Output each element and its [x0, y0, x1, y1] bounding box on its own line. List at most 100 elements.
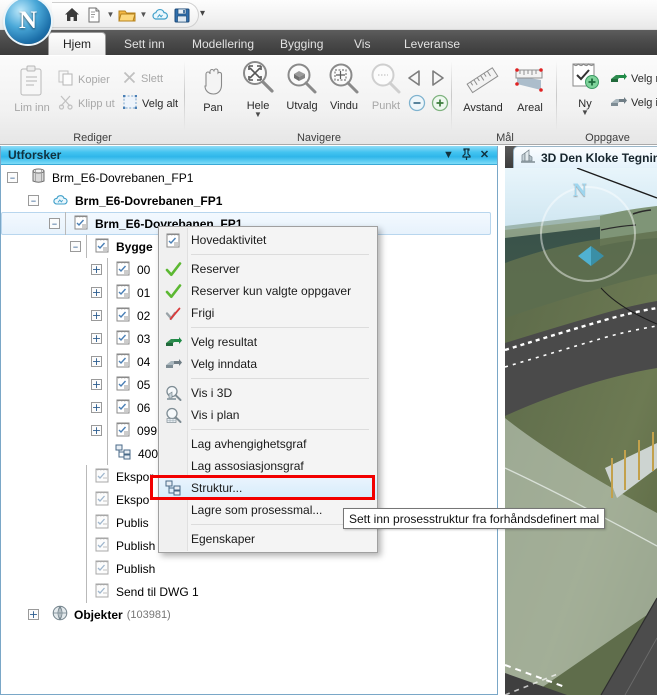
expand-toggle-icon[interactable]: + [91, 310, 102, 321]
task-grey-icon [94, 559, 110, 578]
tab-sett-inn[interactable]: Sett inn [112, 33, 177, 55]
collapse-toggle-icon[interactable]: – [7, 172, 18, 183]
new-task-button[interactable]: Ny ▼ [562, 60, 608, 117]
zoom-in-icon[interactable] [431, 94, 449, 115]
menu-item-struktur[interactable]: Struktur... [159, 477, 377, 499]
tree-item-send-til-dwg-1[interactable]: Send til DWG 1 [1, 580, 497, 603]
menu-item-frigi[interactable]: Frigi [159, 302, 377, 324]
menu-separator [191, 254, 369, 255]
open-folder-dropdown-arrow[interactable]: ▼ [139, 5, 148, 25]
orbit-right-arrow-icon[interactable] [591, 246, 604, 266]
tab-3d-den-kloke-tegning[interactable]: 3D Den Kloke Tegning [513, 146, 657, 168]
task-icon [73, 214, 89, 233]
tree-guide-line [86, 465, 87, 488]
zoom-window-button[interactable]: Vindu [321, 62, 367, 112]
task-icon [115, 306, 131, 325]
cloud-icon [52, 192, 69, 209]
title-bar: N ▼ ▼ ▾ [0, 0, 657, 44]
expand-toggle-icon[interactable]: + [91, 287, 102, 298]
tree-item-label: Brm_E6-Dovrebanen_FP1 [52, 170, 194, 185]
task-grey-icon [94, 467, 110, 486]
tree-guide-line [86, 235, 87, 258]
menu-item-lag-avhengighetsgraf[interactable]: Lag avhengighetsgraf [159, 433, 377, 455]
tree-item-objekter[interactable]: + Objekter (103981) [1, 603, 497, 626]
3d-canvas[interactable]: N [505, 168, 657, 695]
zoom-out-icon[interactable] [408, 94, 426, 115]
menu-item-lag-assosiasjonsgraf[interactable]: Lag assosiasjonsgraf [159, 455, 377, 477]
group-title-maal: Mål [496, 132, 514, 144]
save-icon[interactable] [172, 5, 192, 25]
select-all-label: Velg alt [142, 97, 179, 110]
tree-item-brm-e6-dovrebanen-fp1[interactable]: – Brm_E6-Dovrebanen_FP1 [1, 189, 497, 212]
group-title-rediger: Rediger [73, 132, 112, 144]
pin-button[interactable] [459, 148, 474, 163]
select-all-button[interactable]: Velg alt [122, 94, 178, 113]
select-result-button[interactable]: Velg re [610, 70, 657, 88]
new-document-dropdown-arrow[interactable]: ▼ [106, 5, 115, 25]
expand-toggle-icon[interactable]: + [91, 379, 102, 390]
tree-guide-line [86, 580, 87, 603]
chevron-down-icon[interactable]: ▼ [254, 111, 262, 119]
tab-vis[interactable]: Vis [342, 33, 382, 55]
customize-qat-button[interactable]: ▾ [200, 8, 205, 19]
select-input-button[interactable]: Velg in [610, 94, 657, 112]
distance-button[interactable]: Avstand [457, 64, 509, 114]
view-tabstrip: 3D Den Kloke Tegning [505, 146, 657, 168]
tab-hjem[interactable]: Hjem [48, 32, 106, 55]
collapse-toggle-icon[interactable]: – [70, 241, 81, 252]
chevron-down-icon[interactable]: ▼ [581, 109, 589, 117]
expand-toggle-icon[interactable]: + [91, 333, 102, 344]
pan-button[interactable]: Pan [190, 62, 236, 114]
view-cube-compass[interactable] [540, 186, 636, 282]
panel-menu-button[interactable]: ▼ [441, 148, 456, 163]
task-grey-icon [94, 582, 110, 601]
close-button[interactable]: ✕ [477, 148, 492, 163]
menu-item-reserver-kun-valgte-oppgaver[interactable]: Reserver kun valgte oppgaver [159, 280, 377, 302]
tab-bygging[interactable]: Bygging [268, 33, 335, 55]
tab-leveranse[interactable]: Leveranse [392, 33, 472, 55]
tree-item-label: Publish [116, 561, 156, 576]
menu-item-vis-i-3d[interactable]: Vis i 3D [159, 382, 377, 404]
task-icon [94, 237, 110, 256]
tab-modellering[interactable]: Modellering [180, 33, 266, 55]
menu-item-reserver[interactable]: Reserver [159, 258, 377, 280]
collapse-toggle-icon[interactable]: – [28, 195, 39, 206]
orbit-left-arrow-icon[interactable] [578, 246, 591, 266]
delete-button[interactable]: Slett [122, 70, 163, 88]
zoom-selection-button[interactable]: Utvalg [279, 62, 325, 112]
zoom-point-button[interactable]: Punkt [363, 62, 409, 112]
menu-item-velg-inndata[interactable]: Velg inndata [159, 353, 377, 375]
select-input-icon [610, 94, 627, 112]
ribbon-group-maal: Avstand Areal Mål [453, 56, 557, 145]
tree-item-label: 02 [137, 308, 151, 323]
menu-item-vis-i-plan[interactable]: Vis i plan [159, 404, 377, 426]
next-view-arrow-icon[interactable] [426, 68, 448, 91]
menu-item-egenskaper[interactable]: Egenskaper [159, 528, 377, 550]
prev-view-arrow-icon[interactable] [404, 68, 426, 91]
pan-label: Pan [203, 102, 223, 114]
cut-label: Klipp ut [78, 97, 115, 110]
tree-item-publish[interactable]: Publish [1, 557, 497, 580]
menu-item-hovedaktivitet[interactable]: Hovedaktivitet [159, 229, 377, 251]
expand-toggle-icon[interactable]: + [91, 402, 102, 413]
menu-item-velg-resultat[interactable]: Velg resultat [159, 331, 377, 353]
paste-button[interactable]: Lim inn [9, 64, 55, 114]
application-menu-orb[interactable]: N [5, 0, 51, 44]
expand-toggle-icon[interactable]: + [28, 609, 39, 620]
menu-item-label: Velg inndata [191, 357, 258, 371]
zoom-extents-button[interactable]: Hele ▼ [235, 58, 281, 119]
paste-label: Lim inn [14, 102, 50, 114]
cut-button[interactable]: Klipp ut [58, 94, 115, 113]
home-icon[interactable] [62, 5, 82, 25]
area-button[interactable]: Areal [507, 64, 553, 114]
copy-button[interactable]: Kopier [58, 70, 110, 89]
expand-toggle-icon[interactable]: + [91, 264, 102, 275]
context-menu[interactable]: Hovedaktivitet Reserver Reserver kun valgt… [158, 226, 378, 553]
cloud-open-icon[interactable] [150, 5, 170, 25]
expand-toggle-icon[interactable]: + [91, 356, 102, 367]
expand-toggle-icon[interactable]: + [91, 425, 102, 436]
open-folder-icon[interactable] [117, 5, 137, 25]
tree-item-brm-e6-dovrebanen-fp1[interactable]: – Brm_E6-Dovrebanen_FP1 [1, 166, 497, 189]
collapse-toggle-icon[interactable]: – [49, 218, 60, 229]
new-document-icon[interactable] [84, 5, 104, 25]
